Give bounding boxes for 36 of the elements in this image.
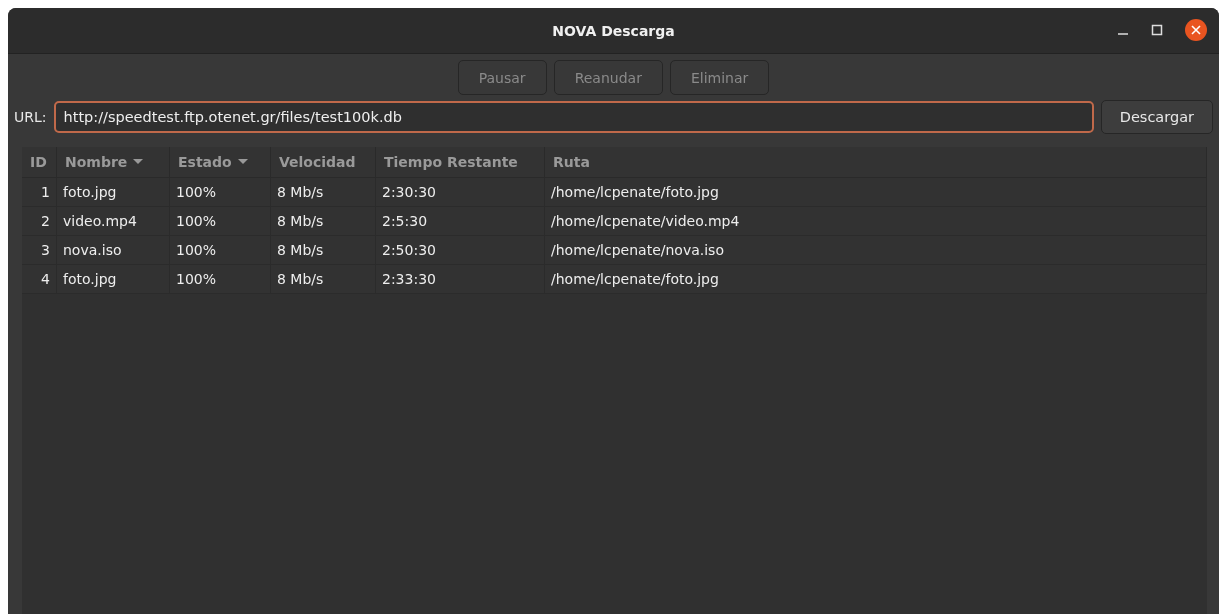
table-cell: 2:30:30 (376, 178, 545, 206)
table-cell: /home/lcpenate/nova.iso (545, 236, 1207, 264)
table-cell: nova.iso (57, 236, 170, 264)
column-header[interactable]: Ruta (545, 147, 1207, 177)
download-button[interactable]: Descargar (1100, 100, 1213, 134)
table-cell: 2:5:30 (376, 207, 545, 235)
table-cell: video.mp4 (57, 207, 170, 235)
table-cell: 8 Mb/s (271, 236, 376, 264)
url-label: URL: (14, 109, 47, 125)
window-title: NOVA Descarga (552, 22, 675, 39)
table-cell: 8 Mb/s (271, 178, 376, 206)
table-cell: foto.jpg (57, 178, 170, 206)
table-cell: /home/lcpenate/video.mp4 (545, 207, 1207, 235)
table-cell: 2:50:30 (376, 236, 545, 264)
table-cell: 100% (170, 178, 271, 206)
table-cell: 3 (22, 236, 57, 264)
column-header[interactable]: ID (22, 147, 57, 177)
table-cell: foto.jpg (57, 265, 170, 293)
table-cell: 1 (22, 178, 57, 206)
table-cell: 2:33:30 (376, 265, 545, 293)
close-icon[interactable] (1185, 19, 1207, 41)
table-cell: 4 (22, 265, 57, 293)
table-cell: 100% (170, 207, 271, 235)
table-cell: 100% (170, 265, 271, 293)
column-header[interactable]: Tiempo Restante (376, 147, 545, 177)
table-cell: 100% (170, 236, 271, 264)
maximize-icon[interactable] (1151, 24, 1163, 36)
column-header[interactable]: Estado (170, 147, 271, 177)
column-header[interactable]: Velocidad (271, 147, 376, 177)
table-cell: 8 Mb/s (271, 265, 376, 293)
table-cell: /home/lcpenate/foto.jpg (545, 265, 1207, 293)
table-cell: 8 Mb/s (271, 207, 376, 235)
url-field[interactable]: http://speedtest.ftp.otenet.gr/files/test100k.db (53, 101, 1094, 133)
table-cell: 2 (22, 207, 57, 235)
table-cell: /home/lcpenate/foto.jpg (545, 178, 1207, 206)
column-header[interactable]: Nombre (57, 147, 170, 177)
